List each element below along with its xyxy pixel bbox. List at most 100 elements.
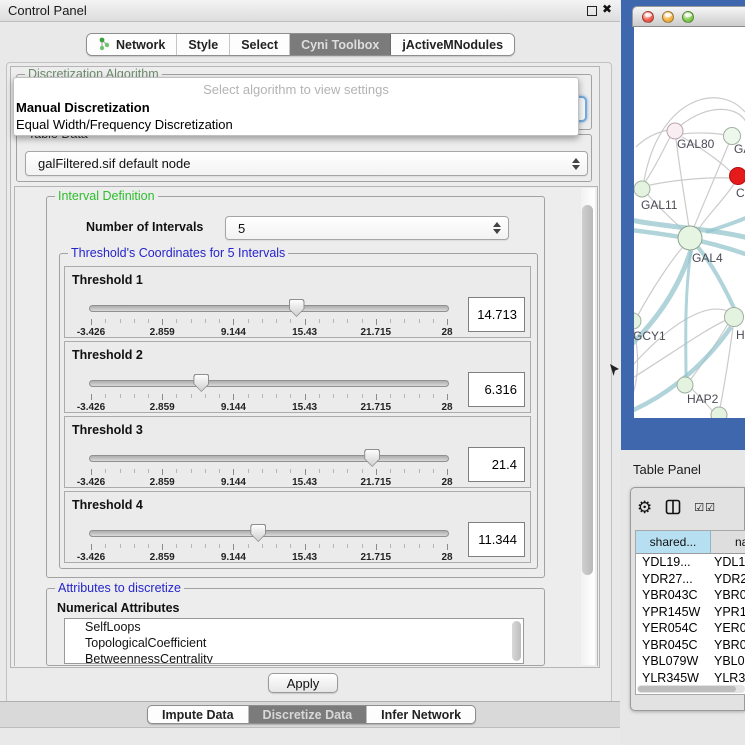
network-edge[interactable]: [636, 130, 668, 147]
network-edge[interactable]: [699, 184, 734, 229]
close-icon[interactable]: ✖: [602, 2, 612, 16]
tab-jactivemnodules[interactable]: jActiveMNodules: [391, 34, 514, 55]
tab-cyni-toolbox[interactable]: Cyni Toolbox: [290, 34, 391, 55]
network-edge[interactable]: [680, 109, 745, 126]
minimize-traffic-light[interactable]: [662, 11, 674, 23]
threshold-slider[interactable]: -3.4262.8599.14415.4321.71528: [89, 453, 449, 487]
network-node-gal4[interactable]: [678, 226, 702, 250]
threshold-panel-1: Threshold 1-3.4262.8599.14415.4321.71528…: [64, 266, 531, 338]
tick-mark: [419, 319, 420, 323]
vertical-scrollbar-thumb[interactable]: [582, 205, 593, 575]
tick-mark: [447, 319, 448, 325]
network-node-gal11[interactable]: [634, 181, 650, 197]
numerical-attributes-list[interactable]: SelfLoopsTopologicalCoefficientBetweenne…: [64, 618, 524, 664]
network-node-hap2[interactable]: [677, 377, 693, 393]
tick-mark: [233, 469, 234, 475]
tick-label: 21.715: [361, 402, 392, 413]
node-table[interactable]: shared... na YDL19...YDL1YDR27...YDR2YBR…: [635, 530, 745, 695]
table-row[interactable]: YER054CYER0: [636, 620, 745, 637]
table-horizontal-scrollbar[interactable]: [637, 685, 745, 693]
cell-name: YBR0: [708, 638, 745, 652]
tick-mark: [105, 394, 106, 398]
combo-arrows-icon: [572, 158, 580, 170]
zoom-traffic-light[interactable]: [682, 11, 694, 23]
threshold-value-field[interactable]: 14.713: [468, 297, 525, 332]
slider-track[interactable]: [89, 305, 449, 312]
tick-label: 28: [441, 327, 452, 338]
top-tab-bar: Network Style Select Cyni Toolbox jActiv…: [86, 33, 515, 56]
table-row[interactable]: YBR043CYBR0: [636, 587, 745, 604]
dropdown-option-equal-width[interactable]: Equal Width/Frequency Discretization: [16, 117, 233, 132]
column-header-shared-name[interactable]: shared...: [636, 531, 711, 554]
threshold-value-field[interactable]: 11.344: [468, 522, 525, 557]
threshold-slider[interactable]: -3.4262.8599.14415.4321.71528: [89, 303, 449, 337]
threshold-value-field[interactable]: 6.316: [468, 372, 525, 407]
table-row[interactable]: YLR345WYLR3: [636, 670, 745, 687]
slider-thumb[interactable]: [193, 374, 209, 392]
tab-network[interactable]: Network: [87, 34, 177, 55]
tick-label: 21.715: [361, 477, 392, 488]
interval-definition-title: Interval Definition: [55, 189, 158, 203]
tick-mark: [305, 319, 306, 325]
tick-mark: [105, 544, 106, 548]
node-label: HAP2: [687, 392, 719, 406]
threshold-slider[interactable]: -3.4262.8599.14415.4321.71528: [89, 378, 449, 412]
tick-mark: [404, 544, 405, 548]
table-row[interactable]: YDR27...YDR2: [636, 571, 745, 588]
checkbox-icons[interactable]: ☑☑: [694, 501, 716, 514]
network-edge[interactable]: [650, 178, 730, 185]
slider-track[interactable]: [89, 380, 449, 387]
network-window-titlebar[interactable]: [632, 6, 745, 27]
tab-infer-network[interactable]: Infer Network: [367, 706, 475, 723]
gear-icon[interactable]: ⚙: [637, 499, 652, 516]
num-intervals-combo[interactable]: 5: [225, 216, 509, 240]
network-edge-thick[interactable]: [706, 217, 745, 232]
tick-mark: [319, 394, 320, 398]
attributes-scrollbar[interactable]: [512, 621, 521, 661]
tick-mark: [362, 469, 363, 473]
node-label: H: [736, 328, 745, 342]
tab-style[interactable]: Style: [177, 34, 230, 55]
tick-mark: [305, 544, 306, 550]
close-traffic-light[interactable]: [642, 11, 654, 23]
combo-arrows-icon: [493, 222, 501, 234]
network-node[interactable]: [711, 407, 727, 418]
network-canvas[interactable]: GAL80GACGAL11GAL4GCY1HHAP2: [634, 27, 745, 418]
tick-mark: [248, 544, 249, 548]
attribute-item[interactable]: BetweennessCentrality: [65, 651, 523, 664]
tab-discretize-data[interactable]: Discretize Data: [249, 706, 368, 723]
network-edge[interactable]: [681, 133, 729, 136]
table-row[interactable]: YBL079WYBL0: [636, 653, 745, 670]
tick-mark: [333, 469, 334, 473]
slider-thumb[interactable]: [250, 524, 266, 542]
slider-track[interactable]: [89, 455, 449, 462]
dropdown-option-manual[interactable]: Manual Discretization: [16, 100, 150, 115]
attribute-item[interactable]: TopologicalCoefficient: [65, 635, 523, 651]
slider-thumb[interactable]: [289, 299, 305, 317]
column-view-icon[interactable]: [665, 499, 681, 515]
attribute-item[interactable]: SelfLoops: [65, 619, 523, 635]
network-node-gcy1[interactable]: [634, 313, 641, 329]
tick-mark: [347, 319, 348, 323]
slider-track[interactable]: [89, 530, 449, 537]
network-node-h[interactable]: [725, 308, 744, 327]
network-node-c[interactable]: [730, 168, 745, 185]
table-row[interactable]: YPR145WYPR1: [636, 604, 745, 621]
float-window-icon[interactable]: [587, 6, 597, 16]
apply-button[interactable]: Apply: [268, 673, 338, 693]
tab-select[interactable]: Select: [230, 34, 290, 55]
tick-mark: [233, 319, 234, 325]
threshold-slider[interactable]: -3.4262.8599.14415.4321.71528: [89, 528, 449, 562]
tab-impute-data[interactable]: Impute Data: [148, 706, 249, 723]
tick-mark: [276, 319, 277, 323]
tick-mark: [390, 544, 391, 548]
network-edge[interactable]: [676, 139, 689, 227]
slider-thumb[interactable]: [364, 449, 380, 467]
table-row[interactable]: YDL19...YDL1: [636, 554, 745, 571]
column-header-name[interactable]: na: [711, 531, 745, 554]
network-edge-thick[interactable]: [686, 251, 691, 377]
table-data-combo[interactable]: galFiltered.sif default node: [25, 151, 588, 176]
threshold-value-field[interactable]: 21.4: [468, 447, 525, 482]
tick-mark: [376, 319, 377, 325]
table-row[interactable]: YBR045CYBR0: [636, 637, 745, 654]
